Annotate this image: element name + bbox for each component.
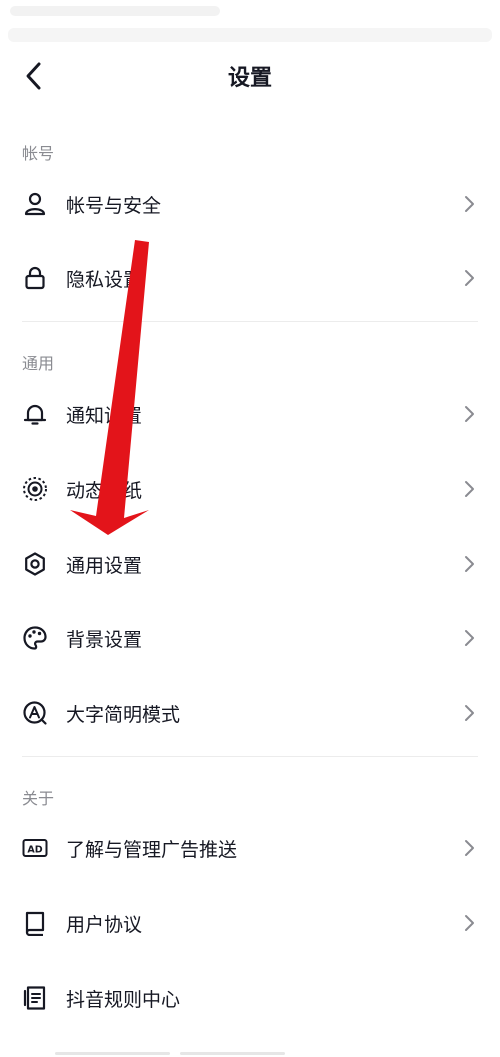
scroll-hint-bar xyxy=(55,1052,170,1055)
settings-item-notifications[interactable]: 通知设置 xyxy=(0,382,500,446)
section-divider xyxy=(22,321,478,322)
bottom-scroll-hint xyxy=(0,1051,500,1057)
status-bar-blur xyxy=(10,6,220,16)
scroll-hint-bar xyxy=(180,1052,285,1055)
status-bar xyxy=(0,0,500,44)
settings-item-label: 动态壁纸 xyxy=(66,479,143,502)
settings-item-label: 帐号与安全 xyxy=(66,194,162,217)
page-title: 设置 xyxy=(227,66,272,91)
chevron-right-icon xyxy=(462,838,476,858)
bell-icon xyxy=(22,401,48,427)
chevron-right-icon xyxy=(462,268,476,288)
section-label-account: 帐号 xyxy=(22,144,55,163)
chevron-right-icon xyxy=(462,554,476,574)
book-icon xyxy=(22,910,48,936)
settings-item-privacy[interactable]: 隐私设置 xyxy=(0,246,500,310)
settings-item-general-settings[interactable]: 通用设置 xyxy=(0,532,500,596)
settings-item-user-agreement[interactable]: 用户协议 xyxy=(0,891,500,955)
settings-item-rules-center[interactable]: 抖音规则中心 xyxy=(0,966,500,1030)
section-label-general: 通用 xyxy=(22,354,55,373)
settings-item-label: 通用设置 xyxy=(66,554,143,577)
settings-item-label: 通知设置 xyxy=(66,404,143,427)
section-divider xyxy=(22,756,478,757)
status-bar-blur xyxy=(8,28,492,42)
settings-item-label: 抖音规则中心 xyxy=(66,988,181,1011)
svg-text:AD: AD xyxy=(27,845,42,856)
settings-item-label: 隐私设置 xyxy=(66,268,143,291)
settings-item-large-text-mode[interactable]: 大字简明模式 xyxy=(0,681,500,745)
settings-item-label: 背景设置 xyxy=(66,628,143,651)
lock-icon xyxy=(22,265,48,291)
settings-item-label: 大字简明模式 xyxy=(66,703,181,726)
palette-icon xyxy=(22,625,48,651)
settings-item-label: 用户协议 xyxy=(66,913,143,936)
settings-item-label: 了解与管理广告推送 xyxy=(66,838,238,861)
chevron-right-icon xyxy=(462,913,476,933)
person-icon xyxy=(22,191,48,217)
chevron-right-icon xyxy=(462,628,476,648)
large-text-icon xyxy=(22,700,48,726)
section-label-about: 关于 xyxy=(22,789,55,808)
chevron-right-icon xyxy=(462,404,476,424)
chevron-right-icon xyxy=(462,479,476,499)
gear-icon xyxy=(22,551,48,577)
settings-item-account-security[interactable]: 帐号与安全 xyxy=(0,172,500,236)
settings-item-ad-management[interactable]: AD 了解与管理广告推送 xyxy=(0,816,500,880)
settings-item-live-wallpaper[interactable]: 动态壁纸 xyxy=(0,457,500,521)
top-bar: 设置 xyxy=(0,46,500,106)
chevron-right-icon xyxy=(462,194,476,214)
ad-icon: AD xyxy=(22,835,48,861)
document-icon xyxy=(22,985,48,1011)
live-wallpaper-icon xyxy=(22,476,48,502)
chevron-right-icon xyxy=(462,703,476,723)
settings-item-background[interactable]: 背景设置 xyxy=(0,606,500,670)
